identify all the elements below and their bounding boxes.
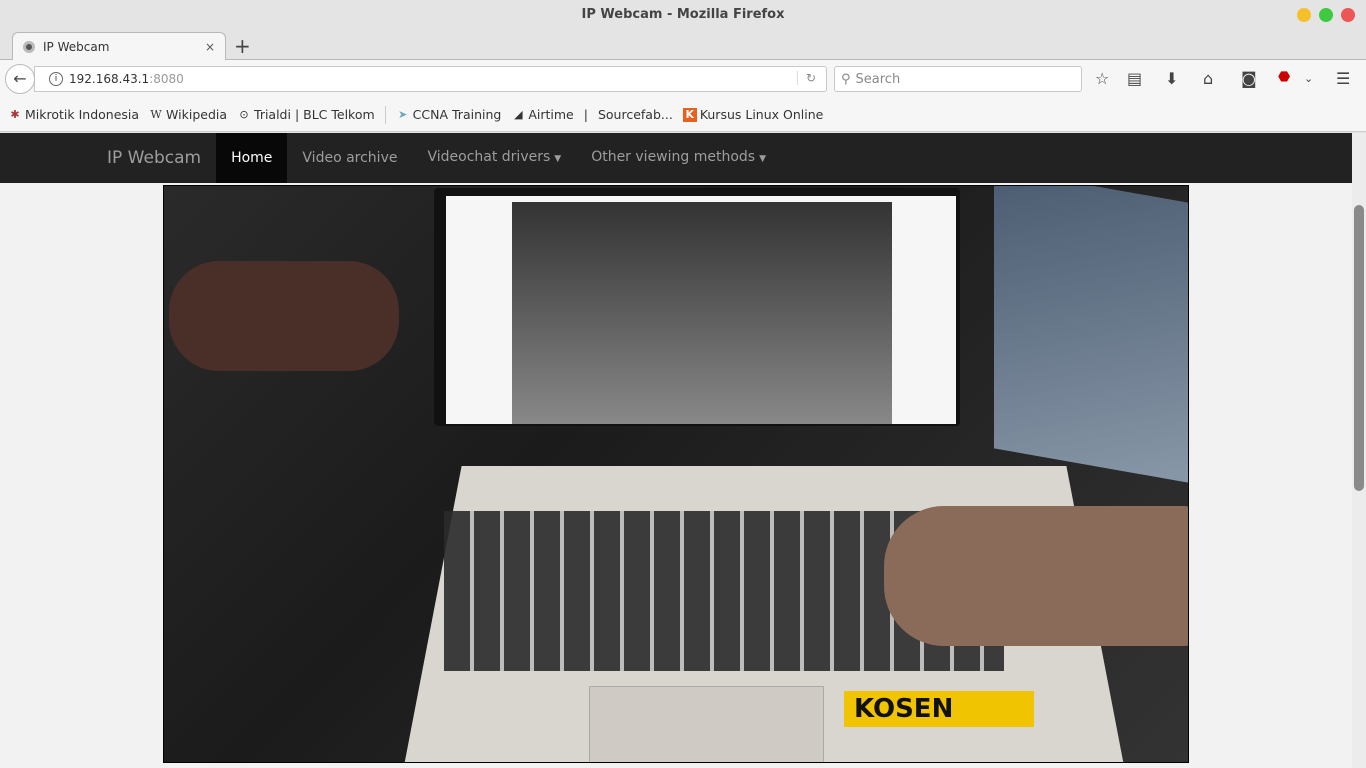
bookmark-label: Wikipedia xyxy=(166,107,228,122)
bookmarks-bar: ✱ Mikrotik Indonesia W Wikipedia ⊙ Trialdi … xyxy=(0,98,1366,132)
info-icon[interactable]: i xyxy=(49,72,63,86)
adblock-icon[interactable]: ⬣ xyxy=(1278,69,1290,85)
laptop-screen-in-frame xyxy=(434,188,960,426)
close-window-button[interactable] xyxy=(1341,8,1355,22)
maximize-button[interactable] xyxy=(1319,8,1333,22)
bookmark-label: Trialdi | BLC Telkom xyxy=(254,107,375,122)
bookmark-label: Mikrotik Indonesia xyxy=(25,107,140,122)
bookmark-separator xyxy=(384,105,386,124)
download-icon[interactable]: ⬇ xyxy=(1165,69,1178,88)
scrollbar-thumb[interactable] xyxy=(1354,205,1364,491)
home-icon[interactable]: ⌂ xyxy=(1203,69,1213,88)
nav-video-archive[interactable]: Video archive xyxy=(287,133,412,183)
reading-list-icon[interactable]: ▤ xyxy=(1127,69,1142,88)
bookmark-label: CCNA Training xyxy=(412,107,502,122)
pocket-icon[interactable]: ◙ xyxy=(1241,69,1257,88)
favicon-icon xyxy=(23,41,35,53)
tab-label: IP Webcam xyxy=(43,40,110,54)
bookmark-mikrotik[interactable]: ✱ Mikrotik Indonesia xyxy=(8,107,139,122)
wikipedia-icon: W xyxy=(150,107,162,121)
telkom-icon: ⊙ xyxy=(239,107,249,121)
bookmark-sourcefab[interactable]: Sourcefab... xyxy=(598,107,673,122)
bookmark-kursus-linux[interactable]: K Kursus Linux Online xyxy=(682,107,824,122)
menu-icon[interactable]: ☰ xyxy=(1336,69,1350,88)
bookmark-label: | xyxy=(583,107,588,122)
page-scrollbar[interactable] xyxy=(1352,133,1366,768)
nav-toolbar: i 192.168.43.1:8080 ↻ ← ⚲ Search ☆ ▤ ⬇ ⌂ … xyxy=(0,60,1366,98)
bookmark-label: Sourcefab... xyxy=(597,107,673,122)
right-hand-in-frame xyxy=(884,506,1188,646)
tab-strip: IP Webcam × + xyxy=(0,30,1366,61)
reload-icon[interactable]: ↻ xyxy=(796,71,816,85)
site-brand[interactable]: IP Webcam xyxy=(92,133,216,183)
minimize-button[interactable] xyxy=(1297,8,1311,22)
airtime-icon: ◢ xyxy=(514,107,523,121)
search-icon: ⚲ xyxy=(841,71,851,87)
bookmark-ccna[interactable]: ➤ CCNA Training xyxy=(396,107,502,122)
url-host: 192.168.43.1 xyxy=(69,72,150,86)
nav-other-viewing-methods[interactable]: Other viewing methods ▼ xyxy=(576,132,781,184)
caret-down-icon: ▼ xyxy=(759,154,767,164)
touchpad-in-frame xyxy=(589,686,824,762)
search-placeholder: Search xyxy=(855,71,901,87)
webcam-video-stream[interactable]: KOSEN xyxy=(163,185,1189,763)
bookmark-label: Airtime xyxy=(528,107,574,122)
nav-home[interactable]: Home xyxy=(216,133,288,183)
kursus-icon: K xyxy=(682,107,697,122)
new-tab-button[interactable]: + xyxy=(234,34,251,58)
url-port: :8080 xyxy=(149,72,184,86)
bookmark-trialdi[interactable]: ⊙ Trialdi | BLC Telkom xyxy=(237,107,375,122)
caret-down-icon: ▼ xyxy=(554,154,562,164)
mikrotik-icon: ✱ xyxy=(10,107,20,121)
window-titlebar: IP Webcam - Mozilla Firefox xyxy=(0,0,1366,30)
window-title: IP Webcam - Mozilla Firefox xyxy=(581,7,785,22)
bookmark-separator-text: | xyxy=(584,107,588,122)
site-navbar: IP Webcam Home Video archive Videochat d… xyxy=(0,133,1352,183)
nav-label: Videochat drivers xyxy=(427,149,551,165)
close-tab-icon[interactable]: × xyxy=(205,40,215,54)
back-button[interactable]: ← xyxy=(5,64,35,94)
url-bar[interactable]: i 192.168.43.1:8080 ↻ xyxy=(34,66,827,92)
bookmark-airtime[interactable]: ◢ Airtime xyxy=(511,107,574,122)
bookmark-label: Kursus Linux Online xyxy=(699,107,824,122)
search-input[interactable]: ⚲ Search xyxy=(834,66,1082,92)
kosen-logo: KOSEN xyxy=(844,691,1034,727)
nav-videochat-drivers[interactable]: Videochat drivers ▼ xyxy=(412,132,576,184)
bookmark-wikipedia[interactable]: W Wikipedia xyxy=(149,107,227,122)
chevron-down-icon[interactable]: ⌄ xyxy=(1304,72,1313,85)
ccna-icon: ➤ xyxy=(398,107,408,121)
nav-label: Other viewing methods xyxy=(591,149,756,165)
page-content: IP Webcam Home Video archive Videochat d… xyxy=(0,133,1352,768)
tab-ip-webcam[interactable]: IP Webcam × xyxy=(12,32,226,61)
left-hand-in-frame xyxy=(169,261,399,371)
tablet-in-frame xyxy=(994,186,1188,484)
bookmark-star-icon[interactable]: ☆ xyxy=(1095,69,1109,88)
